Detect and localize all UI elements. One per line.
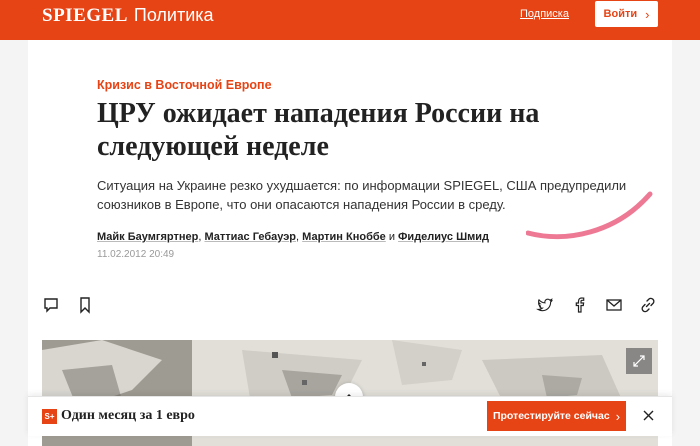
bookmark-icon[interactable] bbox=[76, 296, 94, 314]
email-icon[interactable] bbox=[605, 296, 623, 314]
promo-bar: S+ Один месяц за 1 евро Протестируйте се… bbox=[28, 396, 672, 436]
expand-icon bbox=[633, 355, 645, 367]
author-link[interactable]: Майк Баумгяртнер bbox=[97, 231, 198, 243]
close-icon[interactable] bbox=[639, 406, 657, 424]
author-link[interactable]: Фиделиус Шмид bbox=[398, 231, 489, 243]
trial-button[interactable]: Протестируйте сейчас › bbox=[487, 401, 626, 431]
spiegel-plus-badge: S+ bbox=[42, 409, 57, 424]
expand-image-button[interactable] bbox=[626, 348, 652, 374]
facebook-icon[interactable] bbox=[571, 296, 589, 314]
promo-text: Один месяц за 1 евро bbox=[61, 408, 195, 423]
author-link[interactable]: Мартин Кноббе bbox=[302, 231, 386, 243]
publish-date: 11.02.2012 20:49 bbox=[97, 249, 175, 260]
article-kicker[interactable]: Кризис в Восточной Европе bbox=[97, 78, 272, 92]
article-headline: ЦРУ ожидает нападения России на следующе… bbox=[97, 98, 540, 162]
trial-button-label: Протестируйте сейчас bbox=[492, 410, 610, 422]
twitter-icon[interactable] bbox=[536, 296, 554, 314]
author-link[interactable]: Маттиас Гебауэр bbox=[204, 231, 296, 243]
link-icon[interactable] bbox=[639, 296, 657, 314]
comment-icon[interactable] bbox=[42, 296, 60, 314]
article-authors: Майк Баумгяртнер, Маттиас Гебауэр, Марти… bbox=[97, 231, 490, 243]
highlight-mark bbox=[526, 191, 653, 240]
chevron-right-icon: › bbox=[645, 6, 650, 22]
top-bar: SPIEGEL Политика Подписка Войти › bbox=[0, 0, 700, 40]
subscribe-link[interactable]: Подписка bbox=[520, 8, 569, 20]
logo-brand: SPIEGEL bbox=[42, 5, 128, 26]
site-logo[interactable]: SPIEGEL Политика bbox=[42, 5, 214, 29]
login-button[interactable]: Войти › bbox=[595, 1, 658, 27]
login-label: Войти bbox=[603, 8, 638, 20]
logo-section: Политика bbox=[133, 5, 214, 25]
chevron-right-icon: › bbox=[615, 408, 621, 424]
